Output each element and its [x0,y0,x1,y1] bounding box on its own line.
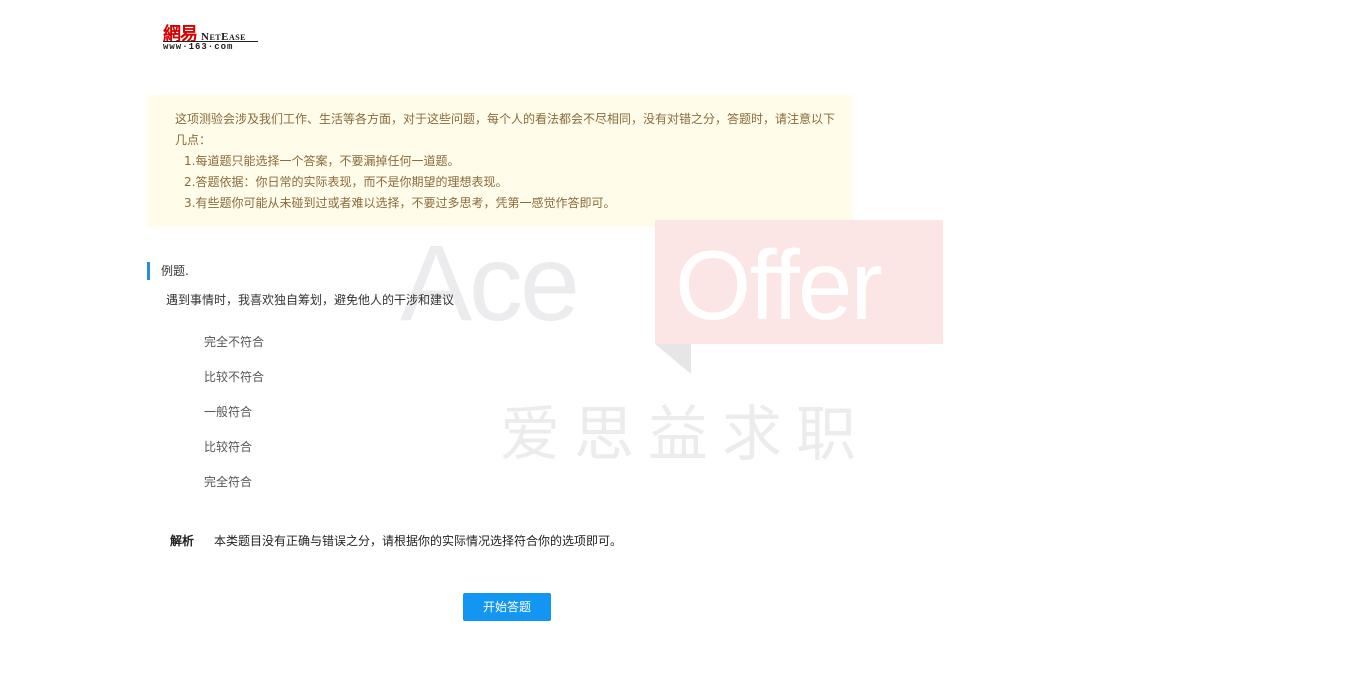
netease-logo[interactable]: 網易 NetEase www·163·com [163,20,263,54]
option-somewhat-disagree[interactable]: 比较不符合 [204,368,264,403]
instructions-notice: 这项测验会涉及我们工作、生活等各方面，对于这些问题，每个人的看法都会不尽相同，没… [147,95,853,227]
logo-url-text: www·163·com [163,42,234,52]
analysis-row: 解析 本类题目没有正确与错误之分，请根据你的实际情况选择符合你的选项即可。 [170,532,622,549]
notice-item-2: 2.答题依据：你日常的实际表现，而不是你期望的理想表现。 [184,175,508,189]
answer-options: 完全不符合 比较不符合 一般符合 比较符合 完全符合 [204,333,264,508]
analysis-label: 解析 [170,534,195,548]
example-question: 遇到事情时，我喜欢独自筹划，避免他人的干涉和建议 [166,293,455,307]
option-strongly-disagree[interactable]: 完全不符合 [204,333,264,368]
analysis-text: 本类题目没有正确与错误之分，请根据你的实际情况选择符合你的选项即可。 [214,534,623,548]
notice-intro: 这项测验会涉及我们工作、生活等各方面，对于这些问题，每个人的看法都会不尽相同，没… [175,112,836,147]
aceoffer-watermark: Ace Offer 爱思益求职 [400,220,945,480]
watermark-ace-text: Ace [400,222,580,343]
option-strongly-agree[interactable]: 完全符合 [204,473,264,508]
watermark-offer-badge [655,220,943,344]
option-neutral[interactable]: 一般符合 [204,403,264,438]
watermark-offer-text: Offer [675,230,883,340]
page: 網易 NetEase www·163·com 这项测验会涉及我们工作、生活等各方面… [0,0,1349,682]
watermark-speech-tail [655,344,691,374]
option-somewhat-agree[interactable]: 比较符合 [204,438,264,473]
notice-item-1: 1.每道题只能选择一个答案，不要漏掉任何一道题。 [184,154,460,168]
watermark-cn-text: 爱思益求职 [500,400,870,470]
notice-item-3: 3.有些题你可能从未碰到过或者难以选择，不要过多思考，凭第一感觉作答即可。 [184,196,616,210]
start-answering-button[interactable]: 开始答题 [463,593,551,621]
example-heading: 例题. [147,262,189,280]
